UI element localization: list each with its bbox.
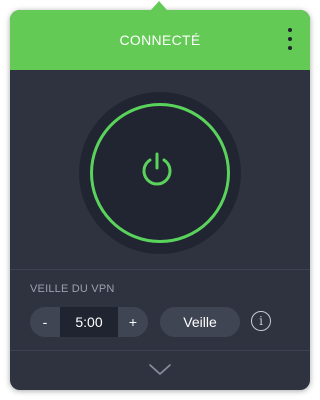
increment-button[interactable]: + <box>118 307 148 337</box>
sleep-duration-stepper: - 5:00 + <box>30 307 148 337</box>
power-ring <box>79 92 241 254</box>
sleep-section-label: VEILLE DU VPN <box>30 283 115 295</box>
info-icon[interactable]: i <box>251 311 271 331</box>
connection-status: CONNECTÉ <box>119 32 201 48</box>
status-header: CONNECTÉ <box>10 10 310 70</box>
power-button[interactable] <box>90 103 230 243</box>
decrement-button[interactable]: - <box>30 307 60 337</box>
power-icon <box>142 152 172 186</box>
divider-bottom <box>10 350 310 351</box>
vpn-panel: CONNECTÉ VEILLE DU VPN - 5:00 + Veille i <box>10 10 310 390</box>
popover-arrow <box>151 1 167 10</box>
divider-top <box>10 269 310 270</box>
chevron-down-icon <box>149 364 171 375</box>
expand-button[interactable] <box>148 363 172 377</box>
more-options-icon[interactable] <box>284 28 296 54</box>
sleep-button[interactable]: Veille <box>160 307 240 337</box>
sleep-duration-field[interactable]: 5:00 <box>60 307 118 337</box>
